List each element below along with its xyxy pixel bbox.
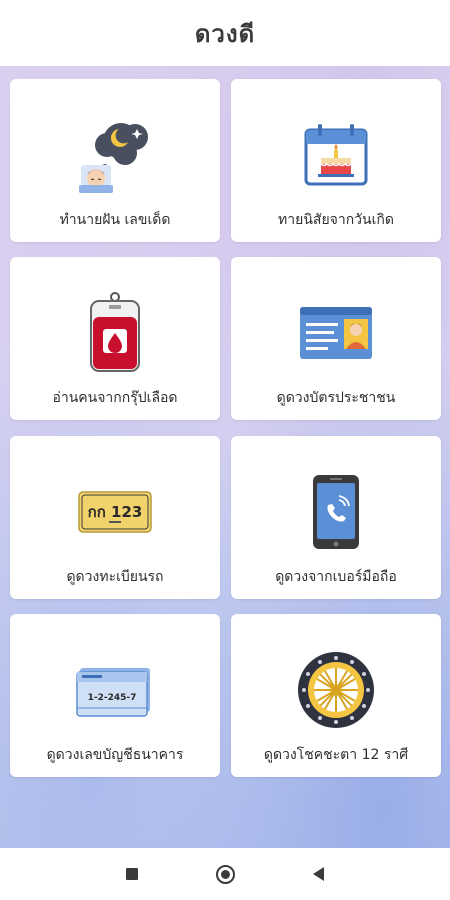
menu-card-mobile-number[interactable]: ดูดวงจากเบอร์มือถือ <box>231 436 441 599</box>
recents-button[interactable] <box>102 848 162 900</box>
id-card-icon <box>231 287 441 379</box>
menu-card-birthday[interactable]: ทายนิสัยจากวันเกิด <box>231 79 441 242</box>
zodiac-wheel-icon <box>231 644 441 736</box>
menu-card-id-card[interactable]: ดูดวงบัตรประชาชน <box>231 257 441 420</box>
bank-book-icon: 1-2-245-7 <box>10 644 220 736</box>
triangle-back-icon <box>312 867 324 881</box>
menu-card-label: ดูดวงทะเบียนรถ <box>66 569 164 585</box>
app-title: ดวงดี <box>194 19 256 48</box>
home-button[interactable] <box>195 848 255 900</box>
menu-card-label: ดูดวงเลขบัญชีธนาคาร <box>46 747 184 763</box>
system-navigation-bar <box>0 848 450 900</box>
menu-card-blood-group[interactable]: อ่านคนจากกรุ๊ปเลือด <box>10 257 220 420</box>
square-recents-icon <box>126 868 138 880</box>
menu-card-label: อ่านคนจากกรุ๊ปเลือด <box>52 390 178 406</box>
menu-card-label: ทำนายฝัน เลขเด็ด <box>59 212 171 228</box>
license-plate-icon: กก 123 <box>10 466 220 558</box>
circle-home-icon <box>215 864 235 884</box>
mobile-phone-icon <box>231 466 441 558</box>
menu-card-bank-account[interactable]: 1-2-245-7 ดูดวงเลขบัญชีธนาคาร <box>10 614 220 777</box>
menu-card-label: ดูดวงบัตรประชาชน <box>276 390 396 406</box>
menu-card-label: ทายนิสัยจากวันเกิด <box>278 212 394 228</box>
menu-card-license-plate[interactable]: กก 123 ดูดวงทะเบียนรถ <box>10 436 220 599</box>
bankbook-number: 1-2-245-7 <box>88 693 137 703</box>
back-button[interactable] <box>288 848 348 900</box>
plate-text: กก 123 <box>88 503 143 521</box>
birthday-calendar-icon <box>231 109 441 201</box>
menu-card-zodiac[interactable]: ดูดวงโชคชะตา 12 ราศี <box>231 614 441 777</box>
menu-card-label: ดูดวงโชคชะตา 12 ราศี <box>263 747 409 763</box>
dream-sleep-icon <box>10 109 220 201</box>
menu-card-label: ดูดวงจากเบอร์มือถือ <box>275 569 397 585</box>
menu-card-dream[interactable]: ทำนายฝัน เลขเด็ด <box>10 79 220 242</box>
app-header: ดวงดี <box>0 0 450 66</box>
blood-bag-icon <box>10 287 220 379</box>
